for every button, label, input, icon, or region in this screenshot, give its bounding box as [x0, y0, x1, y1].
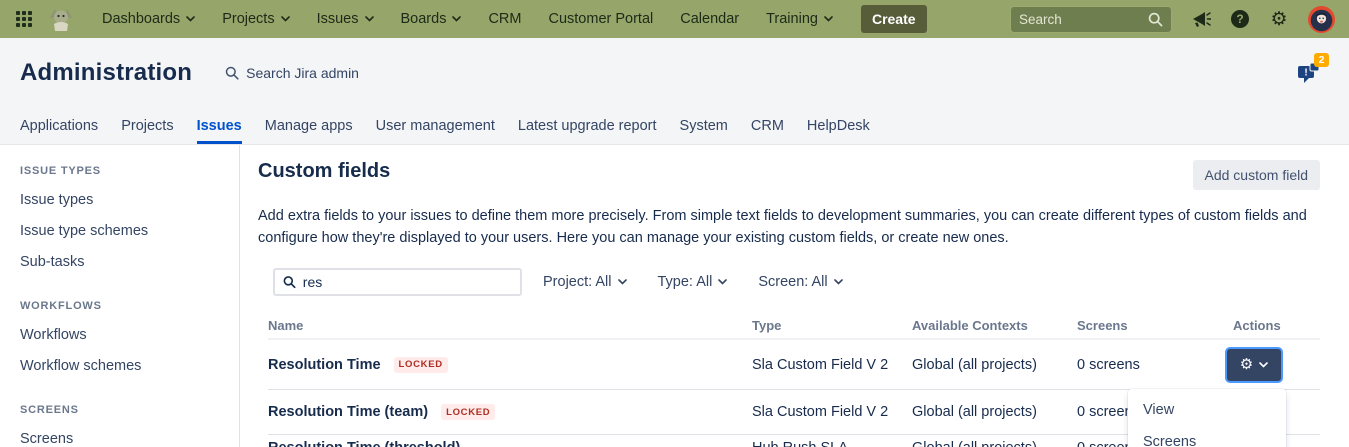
field-type: Hub Rush SLA — [752, 440, 912, 447]
chevron-down-icon — [618, 279, 627, 285]
site-logo[interactable] — [48, 6, 74, 32]
field-contexts: Global (all projects) — [912, 404, 1077, 420]
field-screens: 0 screens — [1077, 357, 1233, 373]
help-icon[interactable]: ? — [1230, 9, 1250, 29]
gear-icon: ⚙ — [1240, 357, 1253, 372]
custom-field-search[interactable] — [273, 268, 522, 296]
admin-tabs: Applications Projects Issues Manage apps… — [0, 108, 1349, 145]
section-title: Custom fields — [258, 160, 390, 183]
admin-sidebar: ISSUE TYPES Issue types Issue type schem… — [0, 145, 240, 447]
megaphone-icon[interactable] — [1191, 9, 1211, 29]
tab-crm[interactable]: CRM — [751, 108, 784, 144]
nav-projects[interactable]: Projects — [222, 11, 289, 27]
field-name: Resolution Time (threshold) — [268, 440, 460, 447]
sidebar-item-screens[interactable]: Screens — [20, 431, 239, 447]
admin-search-label: Search Jira admin — [246, 65, 359, 81]
chevron-down-icon — [186, 16, 195, 22]
custom-field-search-input[interactable] — [303, 274, 512, 290]
search-icon — [283, 275, 296, 289]
field-type: Sla Custom Field V 2 — [752, 357, 912, 373]
column-header-screens: Screens — [1077, 318, 1233, 333]
top-navigation-bar: Dashboards Projects Issues Boards CRM Cu… — [0, 0, 1349, 38]
sidebar-section-screens: SCREENS — [20, 404, 239, 416]
field-name: Resolution Time — [268, 357, 381, 373]
table-header-row: Name Type Available Contexts Screens Act… — [268, 313, 1320, 340]
column-header-actions: Actions — [1233, 318, 1320, 333]
tab-applications[interactable]: Applications — [20, 108, 98, 144]
tab-user-management[interactable]: User management — [376, 108, 495, 144]
sidebar-item-sub-tasks[interactable]: Sub-tasks — [20, 254, 239, 270]
user-avatar[interactable] — [1308, 6, 1335, 33]
settings-gear-icon[interactable]: ⚙ — [1269, 9, 1289, 29]
sidebar-section-workflows: WORKFLOWS — [20, 300, 239, 312]
chevron-down-icon — [824, 16, 833, 22]
nav-customer-portal[interactable]: Customer Portal — [548, 11, 653, 27]
section-description: Add extra fields to your issues to defin… — [258, 205, 1320, 249]
column-header-type: Type — [752, 318, 912, 333]
locked-badge: LOCKED — [441, 404, 495, 420]
create-button[interactable]: Create — [861, 5, 927, 33]
chevron-down-icon — [452, 16, 461, 22]
global-search-input[interactable]: Search — [1010, 6, 1172, 33]
filter-type[interactable]: Type: All — [658, 274, 728, 290]
tab-projects[interactable]: Projects — [121, 108, 173, 144]
tab-helpdesk[interactable]: HelpDesk — [807, 108, 870, 144]
field-contexts: Global (all projects) — [912, 357, 1077, 373]
tab-system[interactable]: System — [680, 108, 728, 144]
sidebar-item-workflow-schemes[interactable]: Workflow schemes — [20, 358, 239, 374]
search-icon — [1148, 12, 1163, 27]
add-custom-field-button[interactable]: Add custom field — [1193, 160, 1321, 190]
sidebar-item-workflows[interactable]: Workflows — [20, 327, 239, 343]
actions-dropdown-menu: View Screens — [1128, 389, 1286, 447]
field-contexts: Global (all projects) — [912, 440, 1077, 447]
tab-issues[interactable]: Issues — [197, 108, 242, 144]
field-type: Sla Custom Field V 2 — [752, 404, 912, 420]
svg-text:!: ! — [1304, 68, 1307, 79]
tab-latest-upgrade-report[interactable]: Latest upgrade report — [518, 108, 657, 144]
chevron-down-icon — [365, 16, 374, 22]
admin-header: Administration Search Jira admin ! 2 — [0, 38, 1349, 108]
admin-search[interactable]: Search Jira admin — [225, 65, 359, 81]
filter-project[interactable]: Project: All — [543, 274, 627, 290]
menu-item-view[interactable]: View — [1128, 394, 1286, 426]
chevron-down-icon — [718, 279, 727, 285]
nav-boards[interactable]: Boards — [401, 11, 462, 27]
sidebar-item-issue-type-schemes[interactable]: Issue type schemes — [20, 223, 239, 239]
row-actions-button[interactable]: ⚙ — [1227, 349, 1281, 381]
nav-issues[interactable]: Issues — [317, 11, 374, 27]
nav-training[interactable]: Training — [766, 11, 833, 27]
nav-calendar[interactable]: Calendar — [680, 11, 739, 27]
nav-dashboards[interactable]: Dashboards — [102, 11, 195, 27]
sidebar-item-issue-types[interactable]: Issue types — [20, 192, 239, 208]
locked-badge: LOCKED — [394, 357, 448, 373]
menu-item-screens[interactable]: Screens — [1128, 426, 1286, 447]
page-title: Administration — [20, 59, 192, 87]
search-placeholder: Search — [1019, 12, 1148, 27]
field-name: Resolution Time (team) — [268, 404, 428, 420]
table-row: Resolution Time LOCKED Sla Custom Field … — [268, 340, 1320, 390]
search-icon — [225, 66, 239, 80]
app-switcher-icon[interactable] — [16, 11, 32, 27]
chevron-down-icon — [281, 16, 290, 22]
notification-count-badge: 2 — [1314, 53, 1329, 67]
column-header-name: Name — [268, 318, 752, 333]
filter-screen[interactable]: Screen: All — [758, 274, 842, 290]
column-header-contexts: Available Contexts — [912, 318, 1077, 333]
tab-manage-apps[interactable]: Manage apps — [265, 108, 353, 144]
nav-crm[interactable]: CRM — [488, 11, 521, 27]
sidebar-section-issue-types: ISSUE TYPES — [20, 165, 239, 177]
chevron-down-icon — [834, 279, 843, 285]
chevron-down-icon — [1259, 362, 1268, 368]
notifications-icon[interactable]: ! 2 — [1295, 59, 1325, 87]
